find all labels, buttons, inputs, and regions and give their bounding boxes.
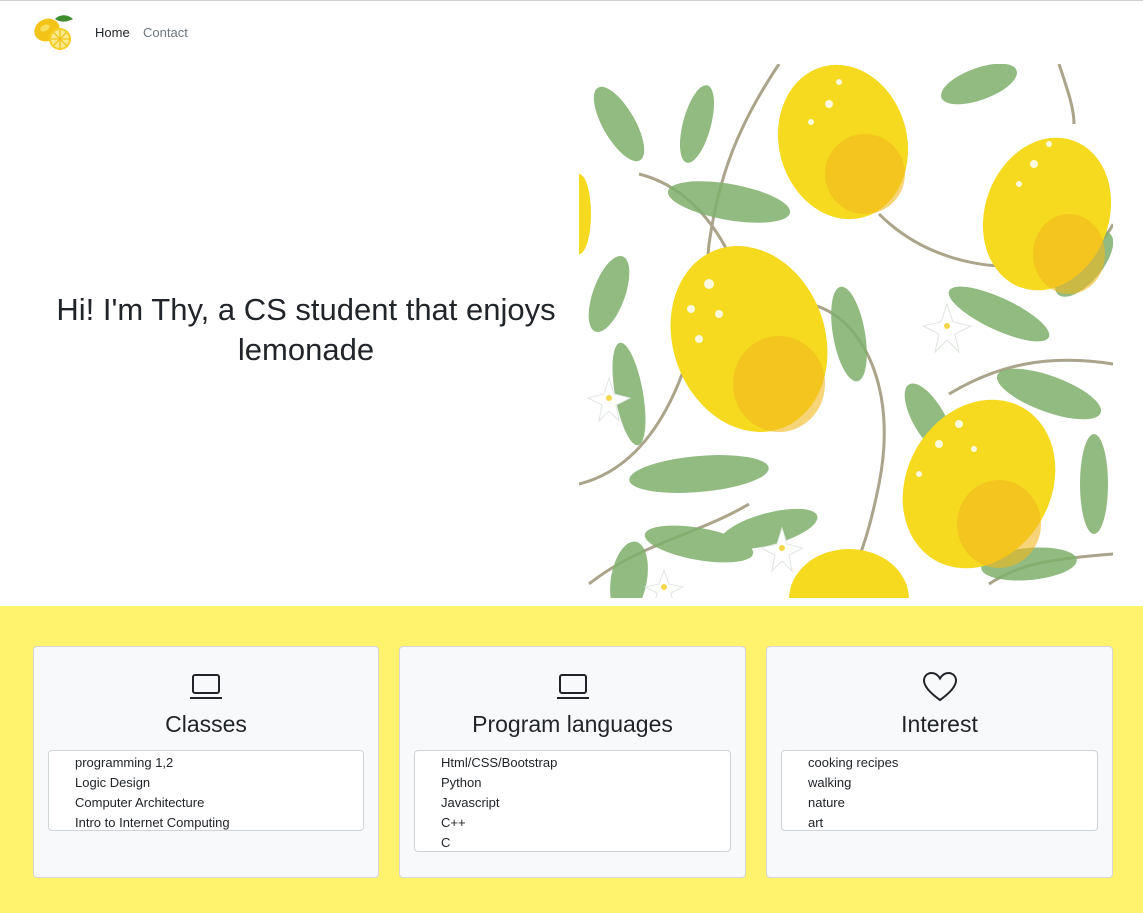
- list-item: art: [808, 815, 824, 830]
- card-interest: Interest cooking recipes walking nature …: [766, 646, 1113, 878]
- list-item: Javascript: [441, 795, 500, 810]
- heart-icon: [922, 671, 957, 702]
- lemon-logo-icon[interactable]: [31, 13, 77, 53]
- card-title: Classes: [165, 711, 247, 737]
- list-item: nature: [808, 795, 845, 810]
- languages-list: Html/CSS/Bootstrap Python Javascript C++…: [414, 750, 731, 852]
- lemon-pattern-image: [579, 64, 1113, 598]
- list-item: walking: [808, 775, 852, 790]
- laptop-icon: [190, 674, 222, 699]
- list-item: Logic Design: [75, 775, 151, 790]
- nav-link-home[interactable]: Home: [95, 25, 130, 40]
- laptop-icon: [556, 674, 589, 699]
- list-item: Intro to Internet Computing: [75, 815, 230, 830]
- list-item: C++: [441, 815, 466, 830]
- navbar: Home Contact: [0, 1, 1143, 63]
- info-section: Classes programming 1,2 Logic Design Com…: [0, 606, 1143, 913]
- nav-link-contact[interactable]: Contact: [143, 25, 188, 40]
- card-program-languages: Program languages Html/CSS/Bootstrap Pyt…: [399, 646, 746, 878]
- list-item: Computer Architecture: [75, 795, 205, 810]
- card-classes: Classes programming 1,2 Logic Design Com…: [33, 646, 379, 878]
- card-title: Interest: [901, 711, 978, 737]
- list-item: Python: [441, 775, 482, 790]
- card-title: Program languages: [472, 711, 673, 737]
- hero-title: Hi! I'm Thy, a CS student that enjoys le…: [56, 292, 556, 367]
- list-item: Html/CSS/Bootstrap: [441, 755, 558, 770]
- list-item: cooking recipes: [808, 755, 899, 770]
- classes-list: programming 1,2 Logic Design Computer Ar…: [48, 750, 364, 831]
- list-item: C: [441, 835, 451, 850]
- list-item: programming 1,2: [75, 755, 174, 770]
- interest-list: cooking recipes walking nature art: [781, 750, 1098, 831]
